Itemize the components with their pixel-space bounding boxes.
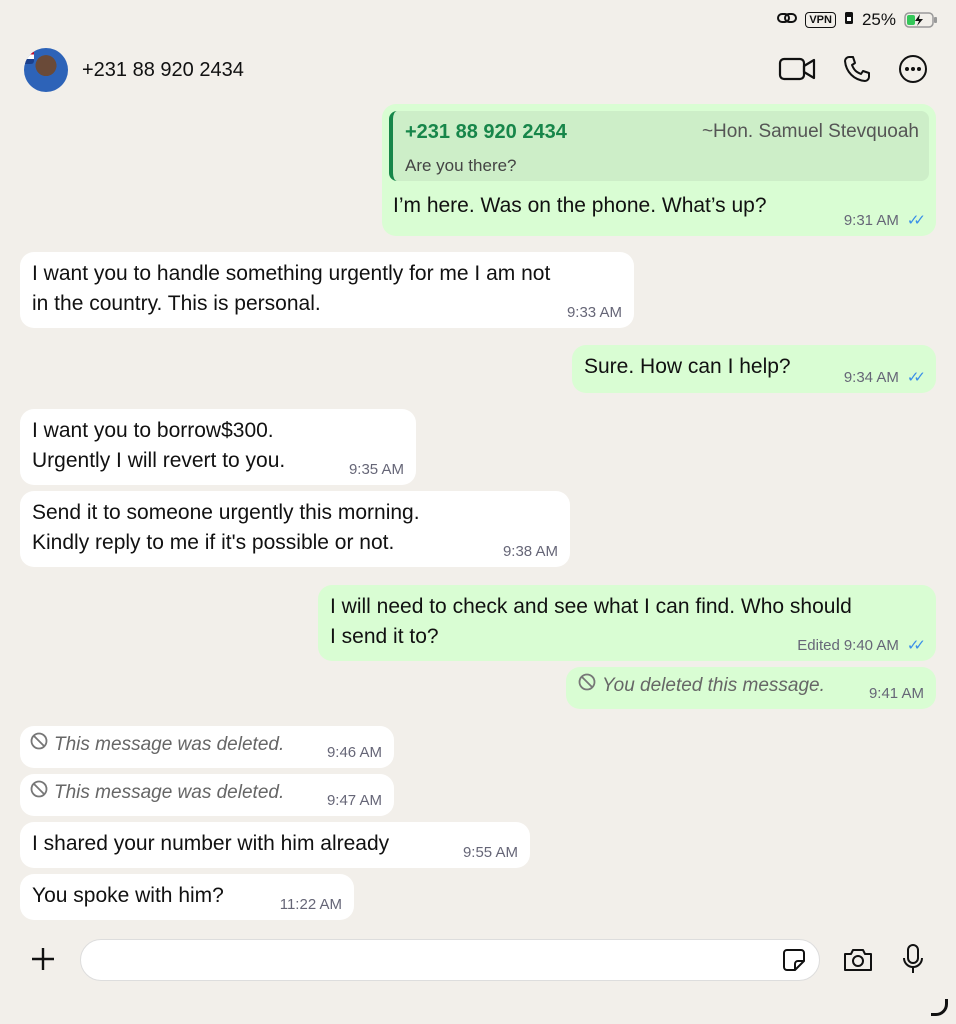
deleted-text: This message was deleted.	[54, 734, 285, 755]
read-receipt-icon: ✓✓	[906, 637, 926, 654]
message-time: 9:33 AM	[566, 304, 622, 321]
message-meta: 9:31 AM ✓✓	[843, 212, 926, 230]
message-bubble[interactable]: You deleted this message. 9:41 AM	[566, 667, 936, 709]
sim-icon	[844, 10, 854, 30]
composer-bar	[0, 932, 956, 992]
message-meta: Edited 9:40 AM ✓✓	[797, 637, 926, 655]
vpn-badge: VPN	[805, 12, 836, 28]
message-meta: 9:47 AM	[327, 792, 382, 810]
message-time: 9:46 AM	[326, 744, 382, 761]
video-call-icon[interactable]	[778, 56, 816, 82]
quoted-alias: ~Hon. Samuel Stevquoah	[701, 121, 919, 142]
battery-percent: 25%	[861, 10, 896, 29]
message-time: 9:35 AM	[348, 461, 404, 478]
message-meta: 9:46 AM	[327, 744, 382, 762]
message-text: I want you to handle something urgently …	[32, 262, 551, 315]
microphone-icon[interactable]	[900, 943, 926, 982]
message-meta: 9:38 AM	[503, 543, 558, 561]
message-bubble[interactable]: I will need to check and see what I can …	[318, 585, 936, 661]
message-bubble[interactable]: Send it to someone urgently this morning…	[20, 491, 570, 567]
blocked-icon	[30, 778, 48, 808]
camera-icon[interactable]	[842, 947, 874, 978]
message-bubble[interactable]: You spoke with him? 11:22 AM	[20, 874, 354, 920]
chat-header: +231 88 920 2434	[0, 45, 956, 97]
read-receipt-icon: ✓✓	[906, 369, 926, 386]
deleted-text: You deleted this message.	[602, 675, 825, 696]
contact-name[interactable]: +231 88 920 2434	[82, 59, 244, 82]
message-bubble[interactable]: This message was deleted. 9:46 AM	[20, 726, 394, 768]
message-time: 9:38 AM	[502, 543, 558, 560]
blocked-icon	[578, 671, 596, 701]
message-meta: 9:34 AM ✓✓	[843, 369, 926, 387]
read-receipt-icon: ✓✓	[906, 212, 926, 229]
blocked-icon	[30, 730, 48, 760]
message-input[interactable]	[80, 939, 820, 981]
deleted-text: This message was deleted.	[54, 782, 285, 803]
sticker-icon[interactable]	[782, 948, 806, 977]
avatar[interactable]	[24, 48, 68, 92]
message-text: Send it to someone urgently this morning…	[32, 501, 420, 554]
message-time: 9:34 AM	[843, 369, 899, 386]
edited-label: Edited	[797, 637, 840, 654]
attach-plus-icon[interactable]	[30, 946, 56, 977]
message-time: 11:22 AM	[279, 896, 342, 913]
message-bubble[interactable]: I want you to handle something urgently …	[20, 252, 634, 328]
message-time: 9:47 AM	[326, 792, 382, 809]
more-options-icon[interactable]	[898, 54, 928, 84]
link-icon	[777, 10, 798, 30]
message-bubble[interactable]: I want you to borrow$300. Urgently I wil…	[20, 409, 416, 485]
battery-icon	[904, 11, 938, 29]
message-meta: 9:41 AM	[869, 685, 924, 703]
flag-icon	[24, 50, 34, 64]
corner-indicator	[931, 999, 948, 1016]
message-bubble[interactable]: Sure. How can I help? 9:34 AM ✓✓	[572, 345, 936, 393]
message-time: 9:31 AM	[843, 212, 899, 229]
message-meta: 9:55 AM	[463, 844, 518, 862]
status-bar: VPN 25%	[777, 8, 938, 32]
message-time: 9:40 AM	[843, 637, 899, 654]
quoted-message[interactable]: +231 88 920 2434 ~Hon. Samuel Stevquoah …	[389, 111, 929, 181]
quoted-text: Are you there?	[405, 156, 517, 175]
message-time: 9:55 AM	[462, 844, 518, 861]
phone-call-icon[interactable]	[842, 54, 872, 84]
message-meta: 9:35 AM	[349, 461, 404, 479]
message-text: I shared your number with him already	[32, 832, 390, 855]
message-bubble[interactable]: This message was deleted. 9:47 AM	[20, 774, 394, 816]
message-meta: 9:33 AM	[567, 304, 622, 322]
message-bubble[interactable]: I shared your number with him already 9:…	[20, 822, 530, 868]
message-meta: 11:22 AM	[280, 896, 342, 914]
message-time: 9:41 AM	[868, 685, 924, 702]
message-bubble[interactable]: +231 88 920 2434 ~Hon. Samuel Stevquoah …	[382, 104, 936, 236]
